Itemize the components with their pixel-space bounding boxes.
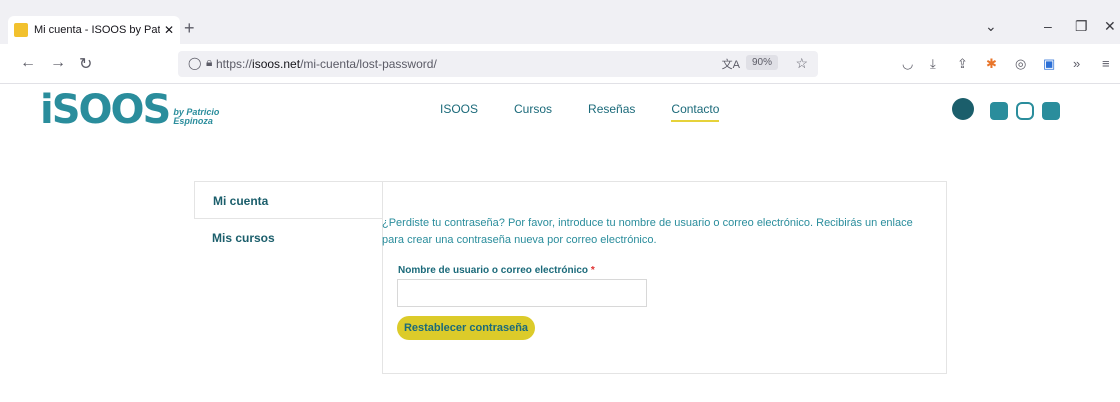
menu-item-contacto[interactable]: Contacto [671,102,720,122]
download-icon[interactable]: ⤓ [930,56,936,72]
forward-icon[interactable]: → [50,54,66,72]
logo-byline: by Patricio Espinoza [173,108,219,126]
menu-item-resenas[interactable]: Reseñas [588,102,635,122]
site-header: iSOOS by Patricio Espinoza ISOOS Cursos … [0,84,1120,140]
bookmark-star-icon[interactable]: ☆ [795,55,808,72]
translate-icon[interactable]: 文A [722,56,740,72]
logo-name-last: Espinoza [173,116,213,126]
browser-tab-bar: Mi cuenta - ISOOS by Patricio E ✕ + ⌄ – … [0,0,1120,44]
username-email-input[interactable] [397,279,647,307]
url-bar[interactable]: ◯ 🔒︎ https://isoos.net/mi-cuenta/lost-pa… [178,51,818,77]
tracking-shield-icon[interactable]: ◯ [188,56,201,70]
window-close-icon[interactable]: ✕ [1104,18,1116,35]
tab-title: Mi cuenta - ISOOS by Patricio E [34,24,160,36]
linkedin-icon[interactable] [1042,102,1060,120]
url-path: /mi-cuenta/lost-password/ [300,57,437,71]
extension-icon[interactable]: ✱ [986,56,997,72]
account-nav-mis-cursos[interactable]: Mis cursos [194,219,382,257]
overflow-icon[interactable]: » [1073,56,1080,71]
reset-password-button[interactable]: Restablecer contraseña [397,316,535,340]
username-email-label: Nombre de usuario o correo electrónico * [398,265,595,276]
url-text[interactable]: https://isoos.net/mi-cuenta/lost-passwor… [216,57,437,71]
app-menu-icon[interactable]: ≡ [1102,56,1110,71]
minimize-icon[interactable]: – [1044,18,1052,34]
user-account-icon[interactable] [952,98,974,120]
account-section: Mi cuenta Mis cursos ¿Perdiste tu contra… [194,181,947,374]
youtube-icon[interactable] [990,102,1008,120]
back-icon[interactable]: ← [20,54,36,72]
restore-icon[interactable]: ❐ [1075,18,1088,35]
url-prefix: https:// [216,57,253,71]
zoom-level[interactable]: 90% [745,55,778,70]
username-email-label-text: Nombre de usuario o correo electrónico [398,265,589,276]
menu-item-cursos[interactable]: Cursos [514,102,552,122]
main-menu: ISOOS Cursos Reseñas Contacto [440,102,755,122]
instagram-icon[interactable] [1016,102,1034,120]
lost-password-instructions: ¿Perdiste tu contraseña? Por favor, intr… [382,217,913,246]
favicon-icon [14,23,28,37]
pocket-icon[interactable]: ◡ [902,56,913,72]
tab-list-chevron-icon[interactable]: ⌄ [985,18,997,35]
account-content-box [382,181,947,374]
extension3-icon[interactable]: ▣ [1043,56,1055,72]
reload-icon[interactable]: ↻ [79,54,92,74]
new-tab-icon[interactable]: + [184,18,195,38]
lock-icon[interactable]: 🔒︎ [206,55,212,70]
required-mark: * [590,265,595,276]
share-icon[interactable]: ⇪ [957,56,968,72]
site-logo[interactable]: iSOOS by Patricio Espinoza [40,88,219,132]
url-domain: isoos.net [252,57,301,71]
logo-text: iSOOS [40,87,171,133]
extension2-icon[interactable]: ◎ [1015,56,1026,72]
browser-tab[interactable]: Mi cuenta - ISOOS by Patricio E ✕ [8,16,180,44]
browser-nav-bar: ← → ↻ ◯ 🔒︎ https://isoos.net/mi-cuenta/l… [0,44,1120,84]
menu-item-isoos[interactable]: ISOOS [440,102,478,122]
tab-close-icon[interactable]: ✕ [164,23,174,37]
account-nav-mi-cuenta[interactable]: Mi cuenta [194,181,382,219]
